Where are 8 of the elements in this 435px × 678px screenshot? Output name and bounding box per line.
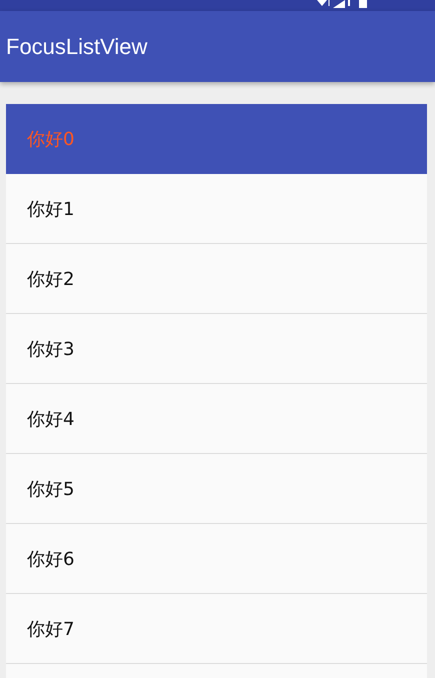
- list-item[interactable]: 你好4: [6, 384, 427, 454]
- list-item[interactable]: 你好1: [6, 174, 427, 244]
- list-item[interactable]: 你好6: [6, 524, 427, 594]
- list-item[interactable]: 你好5: [6, 454, 427, 524]
- app-title: FocusListView: [6, 34, 148, 60]
- list-item[interactable]: 你好2: [6, 244, 427, 314]
- list-item[interactable]: 你好7: [6, 594, 427, 664]
- list-item[interactable]: 你好3: [6, 314, 427, 384]
